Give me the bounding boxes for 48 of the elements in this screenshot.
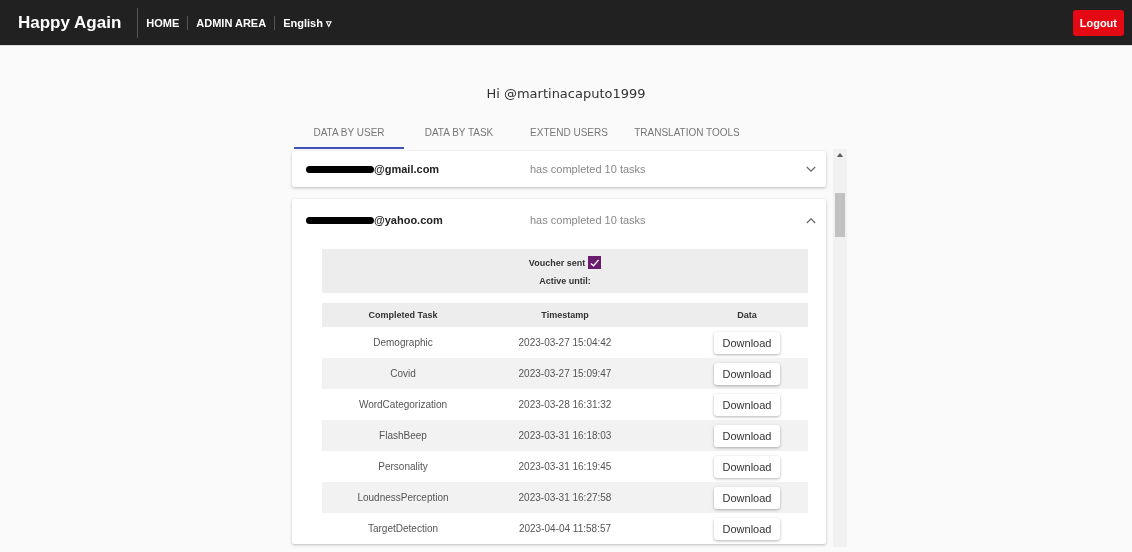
table-cell-text: 2023-03-28 16:31:32 <box>517 399 613 410</box>
active-until-label: Active until: <box>539 276 591 286</box>
checkbox[interactable] <box>588 256 602 269</box>
table-cell-text: WordCategorization <box>357 399 449 410</box>
download-button[interactable]: Download <box>713 393 781 416</box>
scroll-up-arrow-icon[interactable] <box>837 153 843 157</box>
email-text: @gmail.com <box>374 163 440 175</box>
voucher-label: Voucher sent <box>528 257 586 268</box>
tab[interactable]: DATA BY USER <box>294 121 404 149</box>
nav-link[interactable]: HOME <box>138 15 189 30</box>
brand-name[interactable]: Happy Again <box>8 7 139 38</box>
tab[interactable]: DATA BY TASK <box>404 121 514 149</box>
download-button[interactable]: Download <box>713 455 781 478</box>
download-button[interactable]: Download <box>713 362 781 385</box>
redaction-mark <box>306 165 374 173</box>
table-cell-text: 2023-03-31 16:18:03 <box>517 430 613 441</box>
table-cell-text: Personality <box>377 461 429 472</box>
table-cell-text: TargetDetection <box>366 523 439 534</box>
table-cell-text: Demographic <box>372 337 434 348</box>
download-button[interactable]: Download <box>713 486 781 509</box>
column-header: Completed Task <box>367 310 439 320</box>
table-cell-text: FlashBeep <box>378 430 428 441</box>
email-text: @yahoo.com <box>374 214 443 226</box>
table-cell-text: Covid <box>389 368 417 379</box>
greeting-text: Hi @martinacaputo1999 <box>486 86 646 101</box>
table-cell-text: 2023-03-27 15:09:47 <box>517 368 613 379</box>
table-cell-text: 2023-03-27 15:04:42 <box>517 337 613 348</box>
nav-link[interactable]: English ▿ <box>275 15 340 30</box>
tab[interactable]: TRANSLATION TOOLS <box>624 121 750 149</box>
task-summary: has completed 10 tasks <box>530 214 647 226</box>
table-cell-text: 2023-03-31 16:19:45 <box>517 461 613 472</box>
chevron-up-icon[interactable] <box>806 216 816 224</box>
column-header: Data <box>736 310 758 320</box>
download-button[interactable]: Download <box>713 517 781 540</box>
table-cell-text: 2023-03-31 16:27:58 <box>517 492 613 503</box>
task-summary: has completed 10 tasks <box>530 163 647 175</box>
chevron-down-icon[interactable] <box>806 165 816 173</box>
scrollbar[interactable] <box>833 149 847 547</box>
nav-link[interactable]: ADMIN AREA <box>188 15 276 30</box>
column-header: Timestamp <box>540 310 590 320</box>
table-cell-text: 2023-04-04 11:58:57 <box>517 523 613 534</box>
redaction-mark <box>306 216 374 224</box>
download-button[interactable]: Download <box>713 331 781 354</box>
download-button[interactable]: Download <box>713 424 781 447</box>
tab[interactable]: EXTEND USERS <box>514 121 624 149</box>
table-cell-text: LoudnessPerception <box>356 492 450 503</box>
logout-button[interactable]: Logout <box>1072 9 1124 36</box>
scrollbar-thumb[interactable] <box>835 193 845 237</box>
